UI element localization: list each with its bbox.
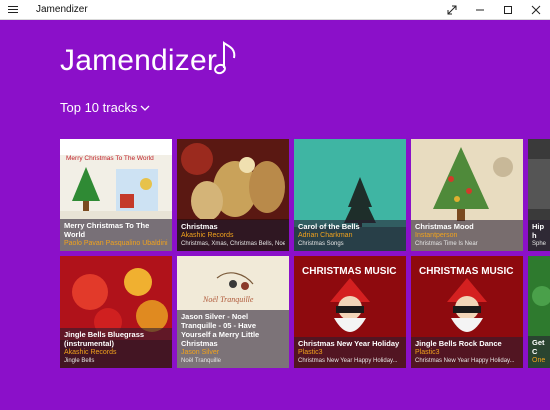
track-tile[interactable]: Christmas Akashic Records Christmas, Xma…	[177, 139, 289, 251]
track-tile[interactable]: Jingle Bells Bluegrass (instrumental) Ak…	[60, 256, 172, 368]
track-tile[interactable]: Christmas Mood Instantperson Christmas T…	[411, 139, 523, 251]
chevron-down-icon	[140, 105, 150, 111]
minimize-icon[interactable]	[466, 0, 494, 20]
track-info: Jingle Bells Bluegrass (instrumental) Ak…	[60, 328, 172, 368]
track-artist: Plastic3	[415, 349, 440, 356]
app-title: Jamendizer	[60, 44, 218, 77]
track-tile[interactable]: Noël Tranquille Jason Silver - Noel Tran…	[177, 256, 289, 368]
track-tags: Christmas Songs	[298, 241, 344, 247]
maximize-icon[interactable]	[494, 0, 522, 20]
track-info: Christmas Mood Instantperson Christmas T…	[411, 220, 523, 251]
track-artist: Akashic Records	[64, 349, 117, 356]
track-artist: Instantperson	[415, 232, 458, 239]
art-caption: CHRISTMAS MUSIC	[419, 266, 513, 277]
track-tags: Christmas New Year Happy Holiday...	[415, 358, 515, 364]
dropdown-label: Top 10 tracks	[60, 100, 138, 115]
track-tags: Jingle Bells	[64, 358, 95, 364]
track-tile[interactable]: Merry Christmas To The World Merry Chris…	[60, 139, 172, 251]
track-info: Jason Silver - Noel Tranquille - 05 - Ha…	[177, 310, 289, 368]
track-info: Carol of the Bells Adrian Charkman Chris…	[294, 220, 406, 251]
music-note-icon	[214, 41, 236, 75]
track-info: Jingle Bells Rock Dance Plastic3 Christm…	[411, 337, 523, 368]
track-title: Hip h	[532, 222, 545, 240]
track-info: Merry Christmas To The World Paolo Pavan…	[60, 219, 172, 251]
track-title: Christmas New Year Holiday	[298, 339, 400, 348]
art-caption: CHRISTMAS MUSIC	[302, 266, 396, 277]
track-title: Get C	[532, 338, 545, 356]
title-bar: Jamendizer	[0, 0, 550, 20]
track-tile[interactable]: Hip h Sphere	[528, 139, 550, 251]
track-tags: Noël Tranquille	[181, 358, 222, 364]
track-title: Jason Silver - Noel Tranquille - 05 - Ha…	[181, 312, 260, 348]
track-tile[interactable]: Get C One	[528, 256, 550, 368]
track-tags: Christmas Time Is Near	[415, 241, 478, 247]
top-tracks-dropdown[interactable]: Top 10 tracks	[60, 100, 150, 115]
track-info: Christmas Akashic Records Christmas, Xma…	[177, 220, 289, 251]
track-info: Get C One	[528, 336, 550, 368]
window-title: Jamendizer	[36, 4, 88, 15]
track-tags: Christmas, Xmas, Christmas Bells, Noel	[181, 241, 285, 247]
track-artist: Paolo Pavan Pasqualino Ubaldini	[64, 240, 168, 247]
track-artist: Adrian Charkman	[298, 232, 353, 239]
track-title: Jingle Bells Rock Dance	[415, 339, 502, 348]
track-tile[interactable]: CHRISTMAS MUSIC Christmas New Year Holid…	[294, 256, 406, 368]
track-tags: Christmas New Year Happy Holiday...	[298, 358, 398, 364]
art-caption: Noël Tranquille	[202, 295, 254, 304]
track-info: Hip h Sphere	[528, 220, 550, 251]
track-artist: Jason Silver	[181, 349, 220, 356]
track-title: Christmas	[181, 222, 218, 231]
hamburger-menu-icon[interactable]	[7, 3, 21, 17]
track-artist: Akashic Records	[181, 232, 234, 239]
track-tile[interactable]: Carol of the Bells Adrian Charkman Chris…	[294, 139, 406, 251]
track-title: Merry Christmas To The World	[64, 221, 150, 239]
track-artist: Plastic3	[298, 349, 323, 356]
track-title: Jingle Bells Bluegrass (instrumental)	[64, 330, 145, 348]
track-title: Carol of the Bells	[298, 222, 360, 231]
track-artist: One	[532, 357, 546, 364]
track-info: Christmas New Year Holiday Plastic3 Chri…	[294, 337, 406, 368]
track-artist: Sphere	[532, 241, 546, 247]
fullscreen-icon[interactable]	[438, 0, 466, 20]
art-caption: Merry Christmas To The World	[66, 155, 154, 162]
track-tile[interactable]: CHRISTMAS MUSIC Jingle Bells Rock Dance …	[411, 256, 523, 368]
track-title: Christmas Mood	[415, 222, 474, 231]
close-icon[interactable]	[522, 0, 550, 20]
